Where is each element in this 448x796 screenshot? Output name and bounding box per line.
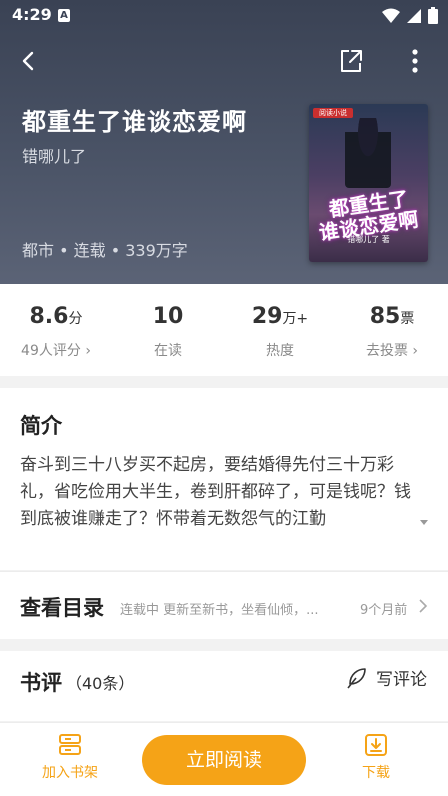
cover-publisher-badge: 阅读小说 [313,108,353,118]
read-now-button[interactable]: 立即阅读 [142,735,306,785]
stat-reading-value: 10 [152,304,184,329]
stat-rating[interactable]: 8.6分 49人评分 › [0,284,112,376]
share-icon[interactable] [336,46,366,76]
catalog-update-time: 9个月前 [360,603,408,618]
stat-popularity-value: 29 [251,304,283,329]
intro-heading: 简介 [20,414,62,438]
stat-rating-value: 8.6 [29,304,69,329]
system-icons [382,7,438,24]
stats-row: 8.6分 49人评分 › 10 在读 29万+ 热度 85票 去投票 › [0,284,448,376]
signal-icon [407,8,421,23]
catalog-update-info: 连载中 更新至新书，坐看仙倾，... [120,603,319,618]
book-author[interactable]: 错哪儿了 [22,143,86,167]
reviews-heading: 书评 [20,671,62,695]
status-time: 4:29 [12,5,52,24]
download-icon [365,734,387,756]
stat-popularity-unit: 万+ [282,311,309,327]
stat-votes-unit: 票 [400,311,415,327]
battery-icon [428,7,438,24]
stat-votes-value: 85 [369,304,401,329]
cover-illustration [345,118,391,188]
bookshelf-icon [59,734,81,755]
stat-votes[interactable]: 85票 去投票 › [336,284,448,376]
notification-icon: A [58,9,70,22]
chevron-left-icon[interactable] [14,46,44,76]
book-title: 都重生了谁谈恋爱啊 [22,108,247,136]
more-vertical-icon[interactable] [400,46,430,76]
stat-reading: 10 在读 [112,284,224,376]
reviews-count: （40条） [66,674,135,693]
write-review-button[interactable]: 写评论 [344,665,427,690]
stat-rating-unit: 分 [68,311,83,327]
intro-section: 简介 奋斗到三十八岁买不起房，要结婚得先付三十万彩礼，省吃俭用大半生，卷到肝都碎… [0,388,448,570]
top-nav [0,40,448,84]
book-meta: 都市 • 连载 • 339万字 [22,241,188,260]
book-cover: 阅读小说 都重生了 谁谈恋爱啊 错哪儿了 著 [309,104,428,262]
expand-caret-icon[interactable] [420,520,428,525]
chevron-right-icon [419,599,428,613]
download-label: 下载 [362,765,390,781]
stat-votes-label: 去投票 [365,343,408,359]
bottom-action-bar: 加入书架 立即阅读 下载 [0,722,448,796]
download-button[interactable]: 下载 [336,733,416,782]
cover-author: 错哪儿了 著 [347,235,390,244]
add-to-shelf-button[interactable]: 加入书架 [30,733,110,782]
wifi-icon [382,8,400,23]
intro-text[interactable]: 奋斗到三十八岁买不起房，要结婚得先付三十万彩礼，省吃俭用大半生，卷到肝都碎了，可… [20,452,416,533]
chevron-right-icon: › [412,343,419,359]
reviews-section: 书评 （40条） 写评论 [0,651,448,721]
catalog-row[interactable]: 查看目录 连载中 更新至新书，坐看仙倾，... 9个月前 [0,571,448,639]
stat-popularity-label: 热度 [266,343,294,359]
status-bar: 4:29 A [0,0,448,32]
book-header: 4:29 A 都重生了谁谈恋爱啊 错哪儿了 都市 • 连载 • 339万字 阅读… [0,0,448,284]
catalog-heading: 查看目录 [20,596,104,620]
stat-reading-label: 在读 [154,343,182,359]
stat-rating-label: 49人评分 [21,343,81,359]
add-to-shelf-label: 加入书架 [42,765,98,781]
write-review-label: 写评论 [376,670,427,690]
stat-popularity: 29万+ 热度 [224,284,336,376]
chevron-right-icon: › [85,343,91,359]
feather-pen-icon [347,667,366,688]
